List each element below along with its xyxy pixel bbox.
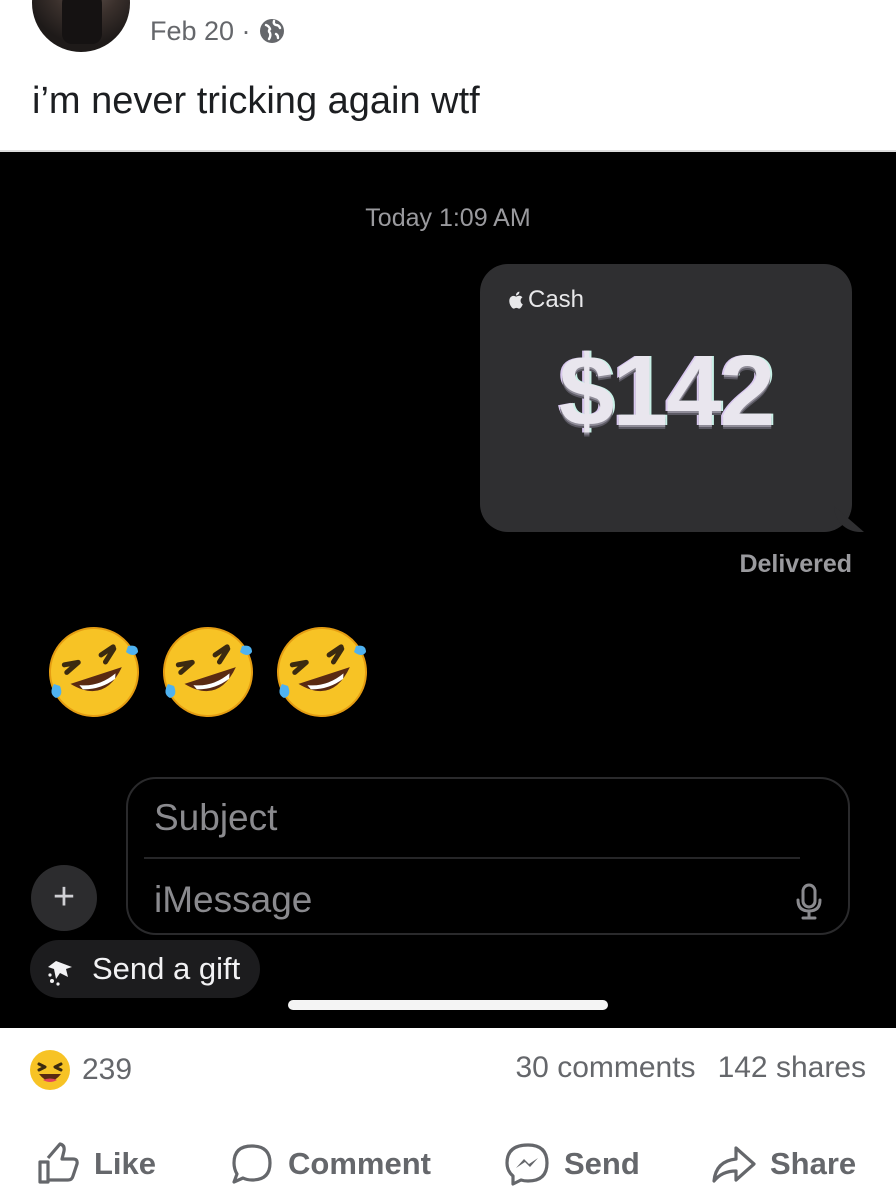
comments-count[interactable]: 30 comments bbox=[515, 1051, 695, 1085]
emoji-message[interactable] bbox=[46, 624, 370, 720]
subject-field[interactable]: Subject bbox=[154, 797, 277, 839]
message-timestamp: Today 1:09 AM bbox=[365, 204, 531, 232]
globe-icon bbox=[259, 19, 284, 43]
cash-amount: $142 bbox=[558, 335, 775, 447]
comment-icon bbox=[232, 1144, 272, 1184]
share-label: Share bbox=[770, 1146, 857, 1181]
post-image[interactable]: Today 1:09 AM Cash $142 Delivered Subjec… bbox=[0, 150, 896, 1028]
engagement-counts: 30 comments 142 shares bbox=[515, 1051, 866, 1085]
post-date[interactable]: Feb 20 · bbox=[150, 16, 251, 47]
home-indicator bbox=[288, 1000, 608, 1010]
apple-cash-bubble[interactable]: Cash $142 bbox=[480, 264, 852, 532]
rofl-icon bbox=[277, 627, 367, 717]
send-gift-button[interactable]: Send a gift bbox=[30, 940, 261, 998]
share-button[interactable]: Share bbox=[710, 1136, 856, 1192]
imessage-field[interactable]: iMessage bbox=[154, 879, 312, 921]
send-button[interactable]: Send bbox=[504, 1136, 640, 1192]
rofl-icon bbox=[163, 627, 253, 717]
cash-brand-label: Cash bbox=[528, 286, 585, 313]
send-gift-label: Send a gift bbox=[92, 951, 241, 986]
haha-icon bbox=[30, 1050, 70, 1090]
post-text: i’m never tricking again wtf bbox=[32, 80, 480, 122]
share-arrow-icon bbox=[712, 1146, 756, 1183]
reaction-count: 239 bbox=[82, 1053, 133, 1086]
apple-icon bbox=[509, 291, 523, 309]
like-label: Like bbox=[94, 1146, 157, 1181]
rofl-icon bbox=[49, 627, 139, 717]
compose-box[interactable]: Subject iMessage bbox=[126, 777, 850, 935]
like-button[interactable]: Like bbox=[34, 1136, 156, 1192]
shares-count[interactable]: 142 shares bbox=[718, 1051, 866, 1085]
post-meta: Feb 20 · bbox=[150, 13, 285, 49]
microphone-icon[interactable] bbox=[794, 883, 824, 921]
action-bar: Like Comment Send Share bbox=[0, 1136, 896, 1192]
apple-cash-logo: Cash bbox=[508, 286, 584, 314]
delivery-status: Delivered bbox=[739, 550, 852, 578]
add-attachment-button[interactable]: + bbox=[31, 865, 97, 931]
avatar[interactable] bbox=[32, 0, 130, 52]
messenger-icon bbox=[505, 1143, 549, 1186]
reaction-summary[interactable]: 239 bbox=[28, 1048, 132, 1092]
comment-button[interactable]: Comment bbox=[228, 1136, 431, 1192]
compose-divider bbox=[144, 857, 800, 859]
send-label: Send bbox=[564, 1146, 640, 1181]
party-popper-icon bbox=[48, 961, 72, 986]
comment-label: Comment bbox=[288, 1146, 431, 1181]
thumbs-up-icon bbox=[38, 1142, 79, 1184]
